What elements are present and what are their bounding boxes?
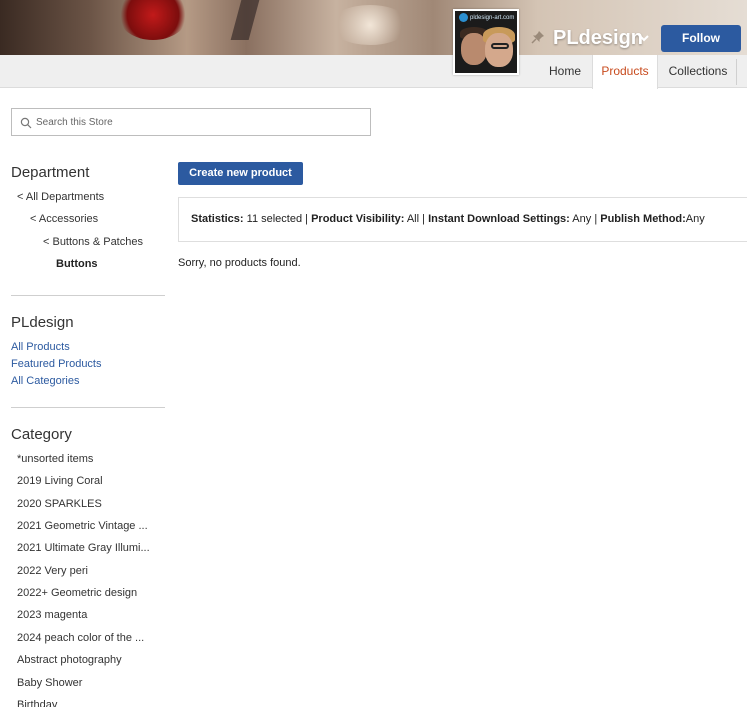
separator: |	[305, 213, 309, 225]
separator: |	[594, 213, 598, 225]
tab-products[interactable]: Products	[592, 55, 658, 89]
current-department: Buttons	[56, 258, 98, 270]
chevron-down-icon[interactable]	[638, 33, 650, 43]
category-item[interactable]: Birthday	[17, 699, 162, 707]
category-item[interactable]: *unsorted items	[17, 453, 162, 465]
store-search[interactable]	[11, 108, 371, 136]
logo-icon	[459, 13, 468, 22]
link-all-products[interactable]: All Products	[11, 341, 70, 353]
tab-collections[interactable]: Collections	[660, 55, 736, 89]
pin-icon[interactable]	[531, 30, 545, 44]
category-item[interactable]: Abstract photography	[17, 654, 162, 666]
category-item[interactable]: Baby Shower	[17, 677, 162, 689]
department-heading: Department	[11, 164, 90, 181]
category-item[interactable]: 2022+ Geometric design	[17, 587, 162, 599]
category-item[interactable]: 2023 magenta	[17, 609, 162, 621]
category-item[interactable]: 2024 peach color of the ...	[17, 632, 162, 644]
tab-divider	[736, 59, 737, 85]
avatar-logo: pldesign-art.com	[455, 11, 517, 24]
visibility-value[interactable]: All	[407, 213, 419, 225]
sidebar-divider	[11, 295, 165, 296]
statistics-label: Statistics:	[191, 213, 244, 225]
link-featured-products[interactable]: Featured Products	[11, 358, 102, 370]
category-item[interactable]: 2022 Very peri	[17, 565, 162, 577]
crumb-buttons-patches[interactable]: < Buttons & Patches	[43, 236, 143, 248]
publish-value[interactable]: Any	[686, 213, 705, 225]
follow-button[interactable]: Follow	[661, 25, 741, 52]
publish-label: Publish Method:	[600, 213, 686, 225]
statistics-bar: Statistics: 11 selected | Product Visibi…	[178, 197, 747, 242]
category-item[interactable]: 2021 Ultimate Gray Illumi...	[17, 542, 162, 554]
download-value[interactable]: Any	[572, 213, 591, 225]
category-item[interactable]: 2020 SPARKLES	[17, 498, 162, 510]
create-product-button[interactable]: Create new product	[178, 162, 303, 185]
search-icon	[20, 117, 32, 129]
store-name[interactable]: PLdesign	[553, 27, 643, 50]
search-input[interactable]	[36, 113, 356, 131]
store-nav-tabs: Home Products Collections	[0, 55, 747, 89]
avatar-logo-text: pldesign-art.com	[470, 14, 515, 21]
crumb-all-departments[interactable]: < All Departments	[17, 191, 104, 203]
statistics-value[interactable]: 11 selected	[247, 213, 302, 225]
sidebar-divider	[11, 407, 165, 408]
empty-message: Sorry, no products found.	[178, 257, 301, 269]
category-heading: Category	[11, 426, 72, 443]
statistics-text: Statistics: 11 selected | Product Visibi…	[191, 213, 705, 225]
crumb-accessories[interactable]: < Accessories	[30, 213, 98, 225]
download-label: Instant Download Settings:	[428, 213, 570, 225]
tab-home[interactable]: Home	[538, 55, 592, 89]
store-heading: PLdesign	[11, 314, 74, 331]
store-avatar[interactable]: pldesign-art.com	[453, 9, 519, 75]
link-all-categories[interactable]: All Categories	[11, 375, 79, 387]
visibility-label: Product Visibility:	[311, 213, 405, 225]
category-item[interactable]: 2019 Living Coral	[17, 475, 162, 487]
category-item[interactable]: 2021 Geometric Vintage ...	[17, 520, 162, 532]
separator: |	[422, 213, 425, 225]
